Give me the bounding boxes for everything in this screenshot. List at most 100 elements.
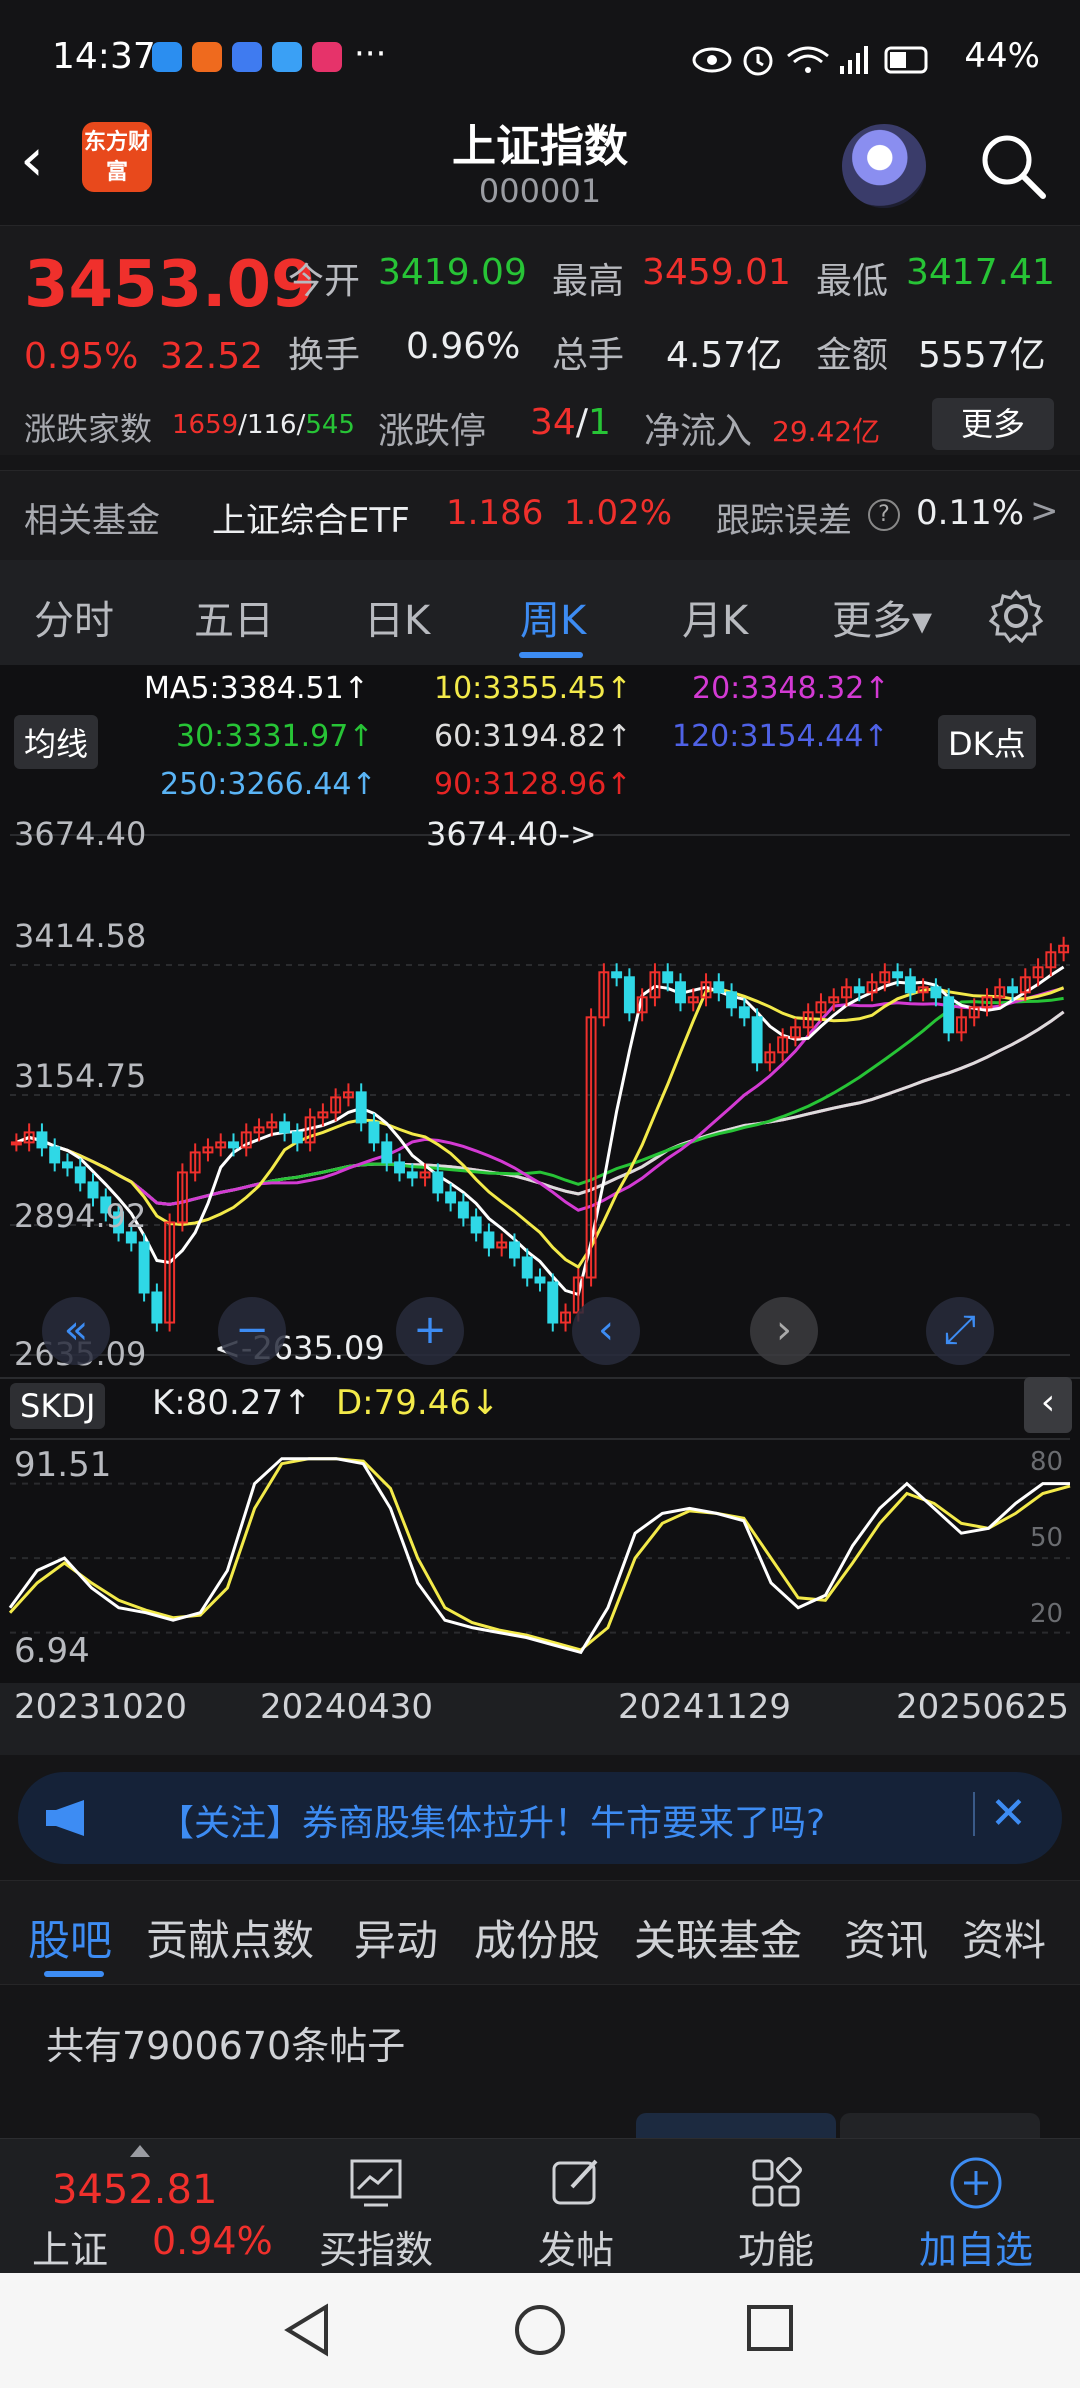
breadth-down: 545 bbox=[305, 410, 355, 440]
candle-body bbox=[49, 1146, 61, 1164]
tab-constituents[interactable]: 成份股 bbox=[474, 1907, 600, 1968]
kline-chart-area[interactable]: MA5:3384.51↑ 10:3355.45↑ 20:3348.32↑ 均线 … bbox=[0, 665, 1080, 1755]
orange-app-icon bbox=[192, 42, 222, 72]
nav-home-icon[interactable] bbox=[513, 2303, 567, 2357]
max-price-marker: 3674.40-> bbox=[426, 815, 597, 853]
functions-label: 功能 bbox=[737, 2228, 814, 2272]
functions-button[interactable]: 功能 bbox=[676, 2139, 876, 2274]
tab-anomaly[interactable]: 异动 bbox=[354, 1907, 438, 1968]
candle-body bbox=[457, 1201, 469, 1219]
fund-price: 1.186 bbox=[446, 493, 544, 533]
buy-index-button[interactable]: 买指数 bbox=[276, 2139, 476, 2274]
battery-icon bbox=[884, 46, 928, 74]
candle-body bbox=[611, 971, 623, 979]
tab-intraday[interactable]: 分时 bbox=[34, 588, 114, 646]
indicator-select-button[interactable]: SKDJ bbox=[10, 1383, 106, 1429]
open-value: 3419.09 bbox=[378, 252, 527, 293]
tab-news[interactable]: 资讯 bbox=[844, 1907, 928, 1968]
scroll-right-icon[interactable]: › bbox=[750, 1297, 818, 1365]
nav-back-icon[interactable] bbox=[282, 2303, 332, 2357]
mini-pct: 0.94% bbox=[152, 2219, 273, 2263]
bottom-toolbar: 3452.81 上证 0.94% 买指数 发帖 功能 加自选 bbox=[0, 2138, 1080, 2273]
tab-contribution[interactable]: 贡献点数 bbox=[146, 1907, 314, 1968]
edit-icon bbox=[552, 2159, 598, 2205]
quote-panel: 3453.09 0.95% 32.52 今开 3419.09 最高 3459.0… bbox=[0, 225, 1080, 455]
add-circle-icon bbox=[950, 2157, 1002, 2209]
settings-gear-icon[interactable] bbox=[988, 588, 1044, 644]
more-button[interactable]: 更多 bbox=[932, 398, 1054, 450]
alarm-icon bbox=[743, 46, 773, 76]
fund-label: 相关基金 bbox=[24, 501, 160, 541]
ma60-line bbox=[15, 1010, 1065, 1206]
close-icon[interactable]: ✕ bbox=[990, 1788, 1027, 1839]
ma90-label: 90:3128.96↑ bbox=[434, 767, 632, 802]
fund-name: 上证综合ETF bbox=[212, 501, 410, 541]
trend-chart-icon bbox=[350, 2159, 402, 2207]
search-icon[interactable] bbox=[975, 128, 1051, 204]
turnover-label: 换手 bbox=[288, 335, 361, 376]
assistant-avatar[interactable] bbox=[842, 124, 926, 208]
candle-body bbox=[138, 1241, 150, 1294]
tab-daily-k[interactable]: 日K bbox=[364, 588, 430, 646]
system-nav-bar bbox=[0, 2273, 1080, 2388]
mini-quote[interactable]: 3452.81 上证 0.94% bbox=[0, 2139, 290, 2274]
tracking-error-value: 0.11% bbox=[916, 493, 1025, 533]
buy-index-label: 买指数 bbox=[318, 2228, 433, 2272]
skdj-tick-min: 6.94 bbox=[14, 1631, 90, 1671]
post-button[interactable]: 发帖 bbox=[476, 2139, 676, 2274]
wifi-icon bbox=[787, 46, 829, 73]
candlesticks bbox=[10, 936, 1070, 1332]
ma250-line bbox=[15, 1010, 1065, 1206]
candle-body bbox=[726, 991, 738, 1009]
post-count: 共有7900670条帖子 bbox=[46, 2024, 406, 2068]
dk-point-button[interactable]: DK点 bbox=[938, 715, 1036, 769]
skdj-level-50: 50 bbox=[1030, 1523, 1064, 1553]
low-label: 最低 bbox=[816, 261, 889, 302]
collapse-panel-icon[interactable]: ‹ bbox=[1024, 1377, 1072, 1433]
y-tick-3: 3154.75 bbox=[14, 1057, 147, 1095]
breadth-label: 涨跌家数 bbox=[24, 410, 153, 448]
ma250-label: 250:3266.44↑ bbox=[160, 767, 377, 802]
rewind-icon[interactable]: « bbox=[42, 1297, 110, 1365]
candle-body bbox=[713, 981, 725, 994]
tab-forum[interactable]: 股吧 bbox=[28, 1907, 112, 1968]
candle-body bbox=[381, 1141, 393, 1164]
change-amount: 32.52 bbox=[160, 336, 264, 377]
candle-body bbox=[36, 1131, 48, 1149]
snowflake-app-icon bbox=[152, 42, 182, 72]
tab-linked-funds[interactable]: 关联基金 bbox=[634, 1907, 802, 1968]
volume-label: 总手 bbox=[552, 335, 625, 376]
scroll-left-icon[interactable]: ‹ bbox=[572, 1297, 640, 1365]
blue-app-icon bbox=[232, 42, 262, 72]
add-watchlist-button[interactable]: 加自选 bbox=[876, 2139, 1076, 2274]
related-fund-row[interactable]: 相关基金 上证综合ETF 1.186 1.02% 跟踪误差 ? 0.11% > bbox=[0, 470, 1080, 562]
skdj-k-line bbox=[8, 1457, 1070, 1655]
ma5-label: MA5:3384.51↑ bbox=[144, 671, 369, 706]
amount-label: 金额 bbox=[816, 335, 889, 376]
zoom-out-icon[interactable]: − bbox=[218, 1297, 286, 1365]
candle-body bbox=[547, 1281, 559, 1324]
tab-monthly-k[interactable]: 月K bbox=[682, 588, 748, 646]
news-notice-bar[interactable]: 【关注】券商股集体拉升！牛市要来了吗? ✕ bbox=[18, 1772, 1062, 1864]
candle-body bbox=[483, 1231, 495, 1249]
zoom-in-icon[interactable]: + bbox=[396, 1297, 464, 1365]
candlestick-plot[interactable] bbox=[0, 815, 1080, 1375]
tab-five-day[interactable]: 五日 bbox=[194, 588, 274, 646]
tab-more[interactable]: 更多▾ bbox=[832, 588, 932, 646]
caret-up-icon bbox=[130, 2145, 150, 2157]
ma20-line bbox=[15, 986, 1064, 1212]
help-icon[interactable]: ? bbox=[868, 499, 900, 531]
ma-toggle-button[interactable]: 均线 bbox=[14, 715, 99, 769]
candle-body bbox=[279, 1121, 291, 1134]
y-tick-max: 3674.40 bbox=[14, 815, 147, 853]
battery-level: 44% bbox=[964, 36, 1040, 76]
tracking-error-label: 跟踪误差 bbox=[716, 501, 852, 541]
candle-body bbox=[623, 976, 635, 1014]
x-tick-3: 20241129 bbox=[618, 1687, 792, 1727]
tab-profile[interactable]: 资料 bbox=[962, 1907, 1046, 1968]
nav-recents-icon[interactable] bbox=[745, 2303, 795, 2353]
fullscreen-icon[interactable]: ⤢ bbox=[926, 1297, 994, 1365]
skdj-plot[interactable] bbox=[0, 1435, 1080, 1685]
eye-icon bbox=[692, 47, 732, 73]
tab-weekly-k[interactable]: 周K bbox=[520, 588, 586, 646]
